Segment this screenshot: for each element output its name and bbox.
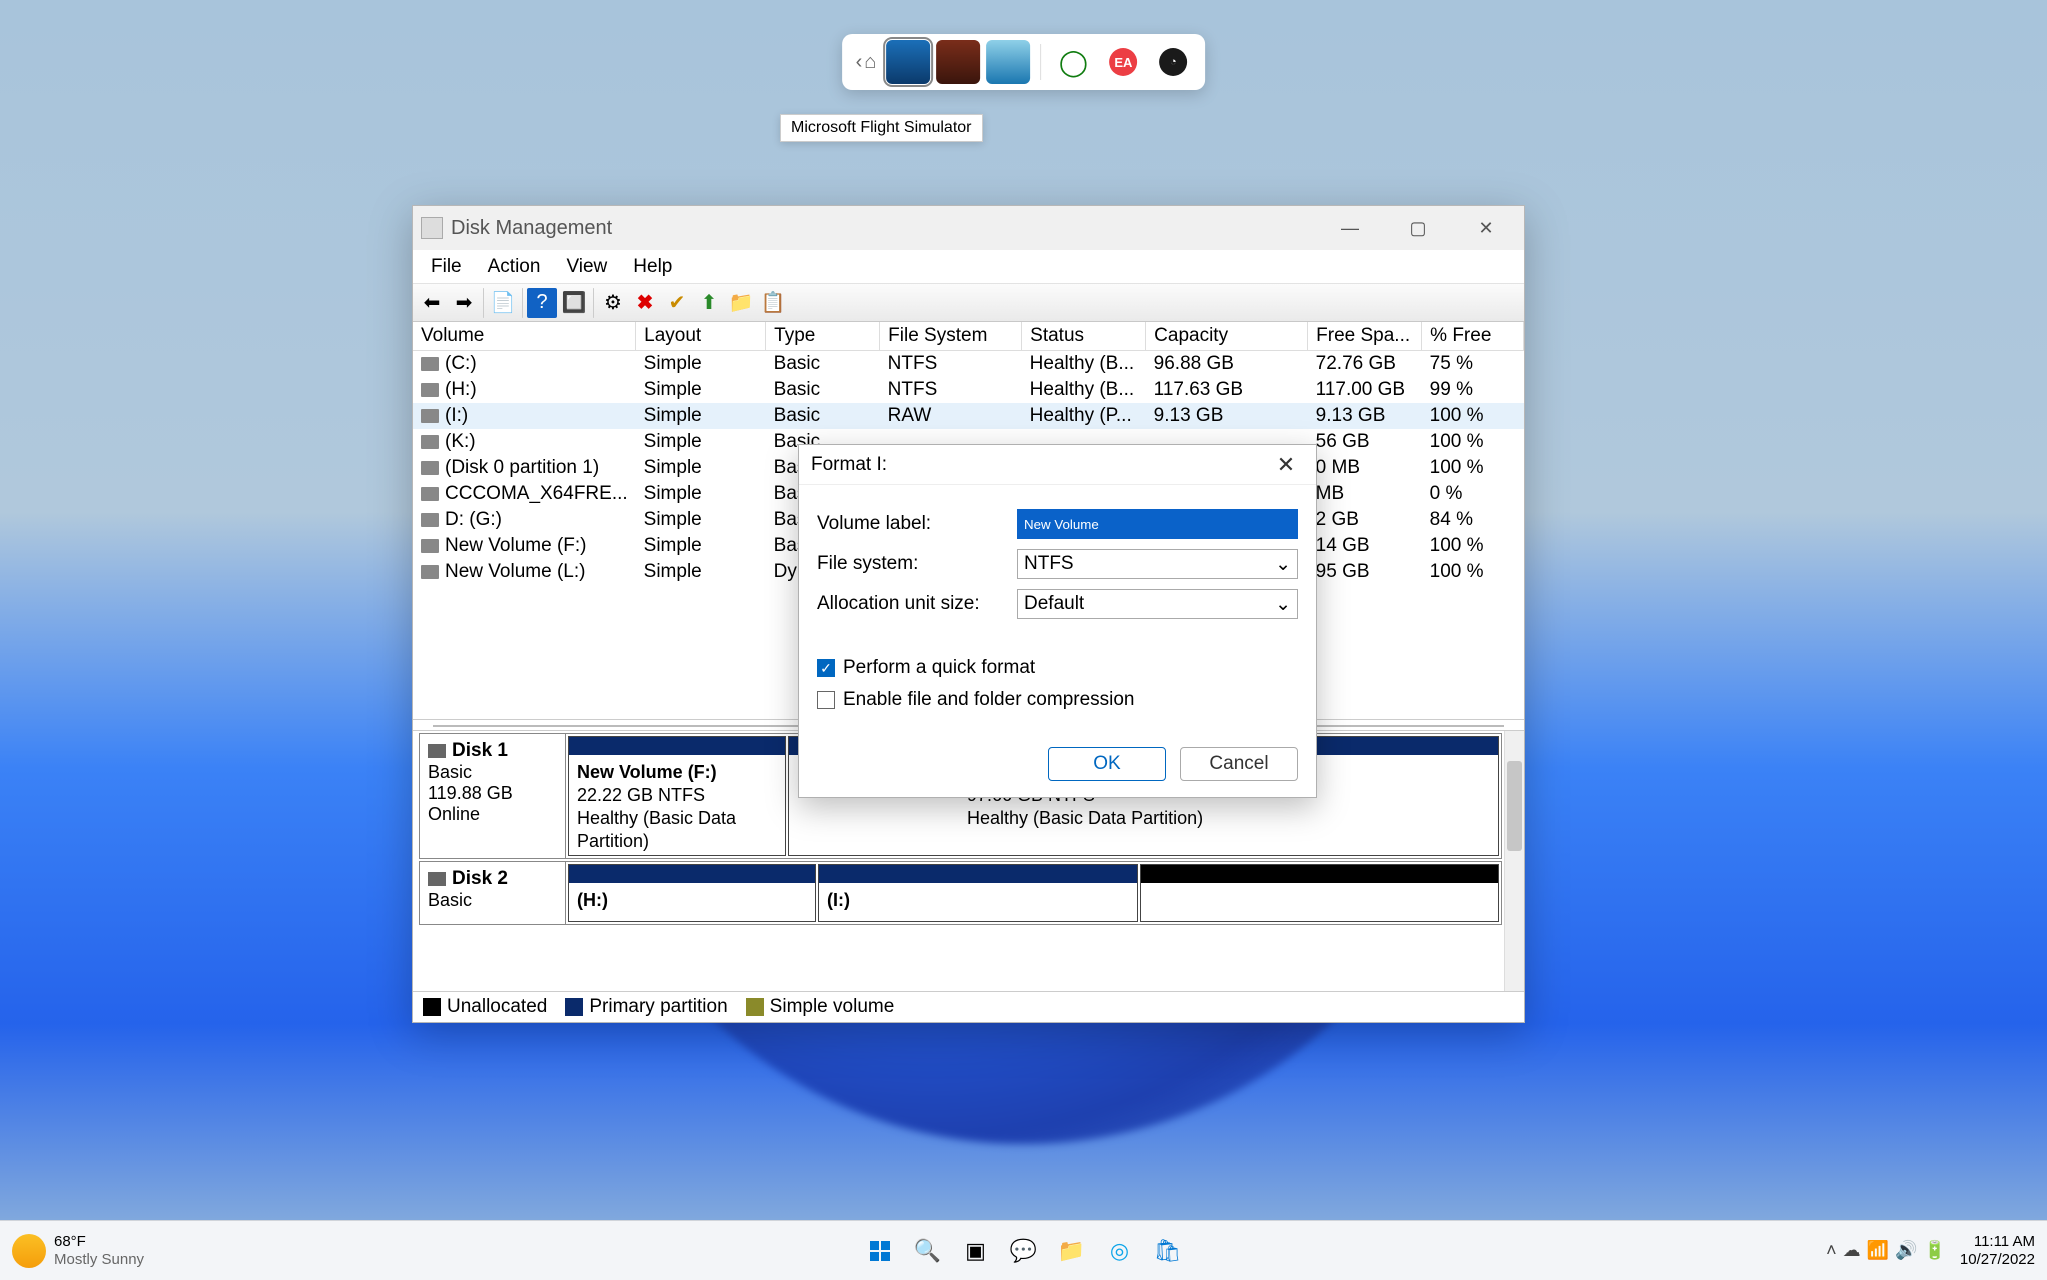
- edge-icon[interactable]: ◎: [1099, 1230, 1141, 1272]
- window-title: Disk Management: [451, 217, 1312, 240]
- col-layout[interactable]: Layout: [636, 322, 766, 351]
- gamebar-back-icon[interactable]: ‹: [856, 51, 863, 74]
- cancel-button[interactable]: Cancel: [1180, 747, 1298, 781]
- toolbar-delete-icon[interactable]: ✖: [630, 288, 660, 318]
- disk-type: Basic: [428, 890, 557, 911]
- disk-info[interactable]: Disk 1 Basic 119.88 GB Online: [420, 734, 566, 858]
- onedrive-icon[interactable]: ☁: [1843, 1240, 1861, 1261]
- toolbar-settings-icon[interactable]: ⚙: [598, 288, 628, 318]
- gamebar-ea-icon[interactable]: EA: [1101, 40, 1145, 84]
- maximize-button[interactable]: ▢: [1388, 208, 1448, 248]
- toolbar-back-icon[interactable]: ⬅: [417, 288, 447, 318]
- chevron-down-icon: ⌄: [1275, 553, 1291, 576]
- start-button[interactable]: [859, 1230, 901, 1272]
- quick-format-checkbox[interactable]: ✓ Perform a quick format: [817, 657, 1298, 679]
- legend: Unallocated Primary partition Simple vol…: [413, 991, 1524, 1022]
- gamebar-tile-forza[interactable]: [986, 40, 1030, 84]
- toolbar-separator: [483, 288, 484, 318]
- disk-type: Basic: [428, 762, 557, 783]
- search-icon[interactable]: 🔍: [907, 1230, 949, 1272]
- app-icon: [421, 217, 443, 239]
- disk-state: Online: [428, 804, 557, 825]
- minimize-button[interactable]: —: [1320, 208, 1380, 248]
- disk-info[interactable]: Disk 2 Basic: [420, 862, 566, 924]
- gamebar-tile-flight-sim[interactable]: [886, 40, 930, 84]
- ok-button[interactable]: OK: [1048, 747, 1166, 781]
- col-pctfree[interactable]: % Free: [1422, 322, 1524, 351]
- col-volume[interactable]: Volume: [413, 322, 636, 351]
- gamebar-home-icon[interactable]: ⌂: [864, 51, 876, 74]
- weather-temp: 68°F: [54, 1233, 144, 1250]
- menubar: File Action View Help: [413, 250, 1524, 284]
- chat-icon[interactable]: 💬: [1003, 1230, 1045, 1272]
- menu-action[interactable]: Action: [476, 252, 553, 282]
- dialog-title: Format I:: [811, 454, 1268, 476]
- toolbar-list-icon[interactable]: 📋: [758, 288, 788, 318]
- table-row[interactable]: (H:)SimpleBasicNTFSHealthy (B...117.63 G…: [413, 377, 1524, 403]
- taskbar: 68°F Mostly Sunny 🔍 ▣ 💬 📁 ◎ 🛍 ˄ ☁ 📶 🔊 🔋 …: [0, 1220, 2047, 1280]
- toolbar-separator: [593, 288, 594, 318]
- checkbox-checked-icon: ✓: [817, 659, 835, 677]
- toolbar-refresh-icon[interactable]: 🔲: [559, 288, 589, 318]
- toolbar: ⬅ ➡ 📄 ? 🔲 ⚙ ✖ ✔ ⬆ 📁 📋: [413, 284, 1524, 322]
- weather-desc: Mostly Sunny: [54, 1251, 144, 1268]
- menu-view[interactable]: View: [554, 252, 619, 282]
- toolbar-properties-icon[interactable]: 📄: [488, 288, 518, 318]
- partition[interactable]: (I:): [818, 864, 1138, 922]
- gamebar-divider: [1040, 44, 1041, 80]
- weather-icon: [12, 1234, 46, 1268]
- gamebar-xbox-icon[interactable]: ◯: [1051, 40, 1095, 84]
- menu-file[interactable]: File: [419, 252, 474, 282]
- toolbar-forward-icon[interactable]: ➡: [449, 288, 479, 318]
- table-row[interactable]: (I:)SimpleBasicRAWHealthy (P...9.13 GB9.…: [413, 403, 1524, 429]
- taskbar-clock[interactable]: 11:11 AM 10/27/2022: [1960, 1233, 2035, 1268]
- taskbar-weather[interactable]: 68°F Mostly Sunny: [12, 1233, 144, 1268]
- disk-row-2: Disk 2 Basic (H:) (I:): [419, 861, 1502, 925]
- volume-label-label: Volume label:: [817, 513, 1017, 535]
- chevron-down-icon: ⌄: [1275, 593, 1291, 616]
- tray-expand-icon[interactable]: ˄: [1826, 1240, 1837, 1261]
- explorer-icon[interactable]: 📁: [1051, 1230, 1093, 1272]
- toolbar-separator: [522, 288, 523, 318]
- toolbar-folder-icon[interactable]: 📁: [726, 288, 756, 318]
- toolbar-up-icon[interactable]: ⬆: [694, 288, 724, 318]
- menu-help[interactable]: Help: [621, 252, 684, 282]
- gamebar-tile-minecraft[interactable]: [936, 40, 980, 84]
- partition[interactable]: (H:): [568, 864, 816, 922]
- battery-icon[interactable]: 🔋: [1924, 1240, 1946, 1261]
- xbox-gamebar: ‹ ⌂ ◯ EA ◔: [842, 34, 1206, 90]
- col-capacity[interactable]: Capacity: [1146, 322, 1308, 351]
- store-icon[interactable]: 🛍: [1147, 1230, 1189, 1272]
- col-freespace[interactable]: Free Spa...: [1308, 322, 1422, 351]
- volume-icon[interactable]: 🔊: [1895, 1240, 1917, 1261]
- filesystem-label: File system:: [817, 553, 1017, 575]
- disk-panel-scrollbar[interactable]: [1504, 731, 1524, 991]
- col-filesystem[interactable]: File System: [880, 322, 1022, 351]
- col-type[interactable]: Type: [766, 322, 880, 351]
- allocation-dropdown[interactable]: Default⌄: [1017, 589, 1298, 619]
- col-status[interactable]: Status: [1022, 322, 1146, 351]
- close-button[interactable]: ✕: [1456, 208, 1516, 248]
- checkbox-unchecked-icon: [817, 691, 835, 709]
- partition-unallocated[interactable]: [1140, 864, 1499, 922]
- filesystem-dropdown[interactable]: NTFS⌄: [1017, 549, 1298, 579]
- gamebar-steam-icon[interactable]: ◔: [1151, 40, 1195, 84]
- partition[interactable]: New Volume (F:) 22.22 GB NTFS Healthy (B…: [568, 736, 786, 856]
- allocation-label: Allocation unit size:: [817, 593, 1017, 615]
- dialog-close-icon[interactable]: ✕: [1268, 450, 1304, 480]
- wifi-icon[interactable]: 📶: [1867, 1240, 1889, 1261]
- toolbar-check-icon[interactable]: ✔: [662, 288, 692, 318]
- toolbar-help-icon[interactable]: ?: [527, 288, 557, 318]
- format-dialog: Format I: ✕ Volume label: File system: N…: [798, 444, 1317, 798]
- volume-label-input[interactable]: [1017, 509, 1298, 539]
- compression-checkbox[interactable]: Enable file and folder compression: [817, 689, 1298, 711]
- table-row[interactable]: (C:)SimpleBasicNTFSHealthy (B...96.88 GB…: [413, 351, 1524, 378]
- task-view-icon[interactable]: ▣: [955, 1230, 997, 1272]
- gamebar-tooltip: Microsoft Flight Simulator: [780, 114, 983, 142]
- titlebar[interactable]: Disk Management — ▢ ✕: [413, 206, 1524, 250]
- disk-size: 119.88 GB: [428, 783, 557, 804]
